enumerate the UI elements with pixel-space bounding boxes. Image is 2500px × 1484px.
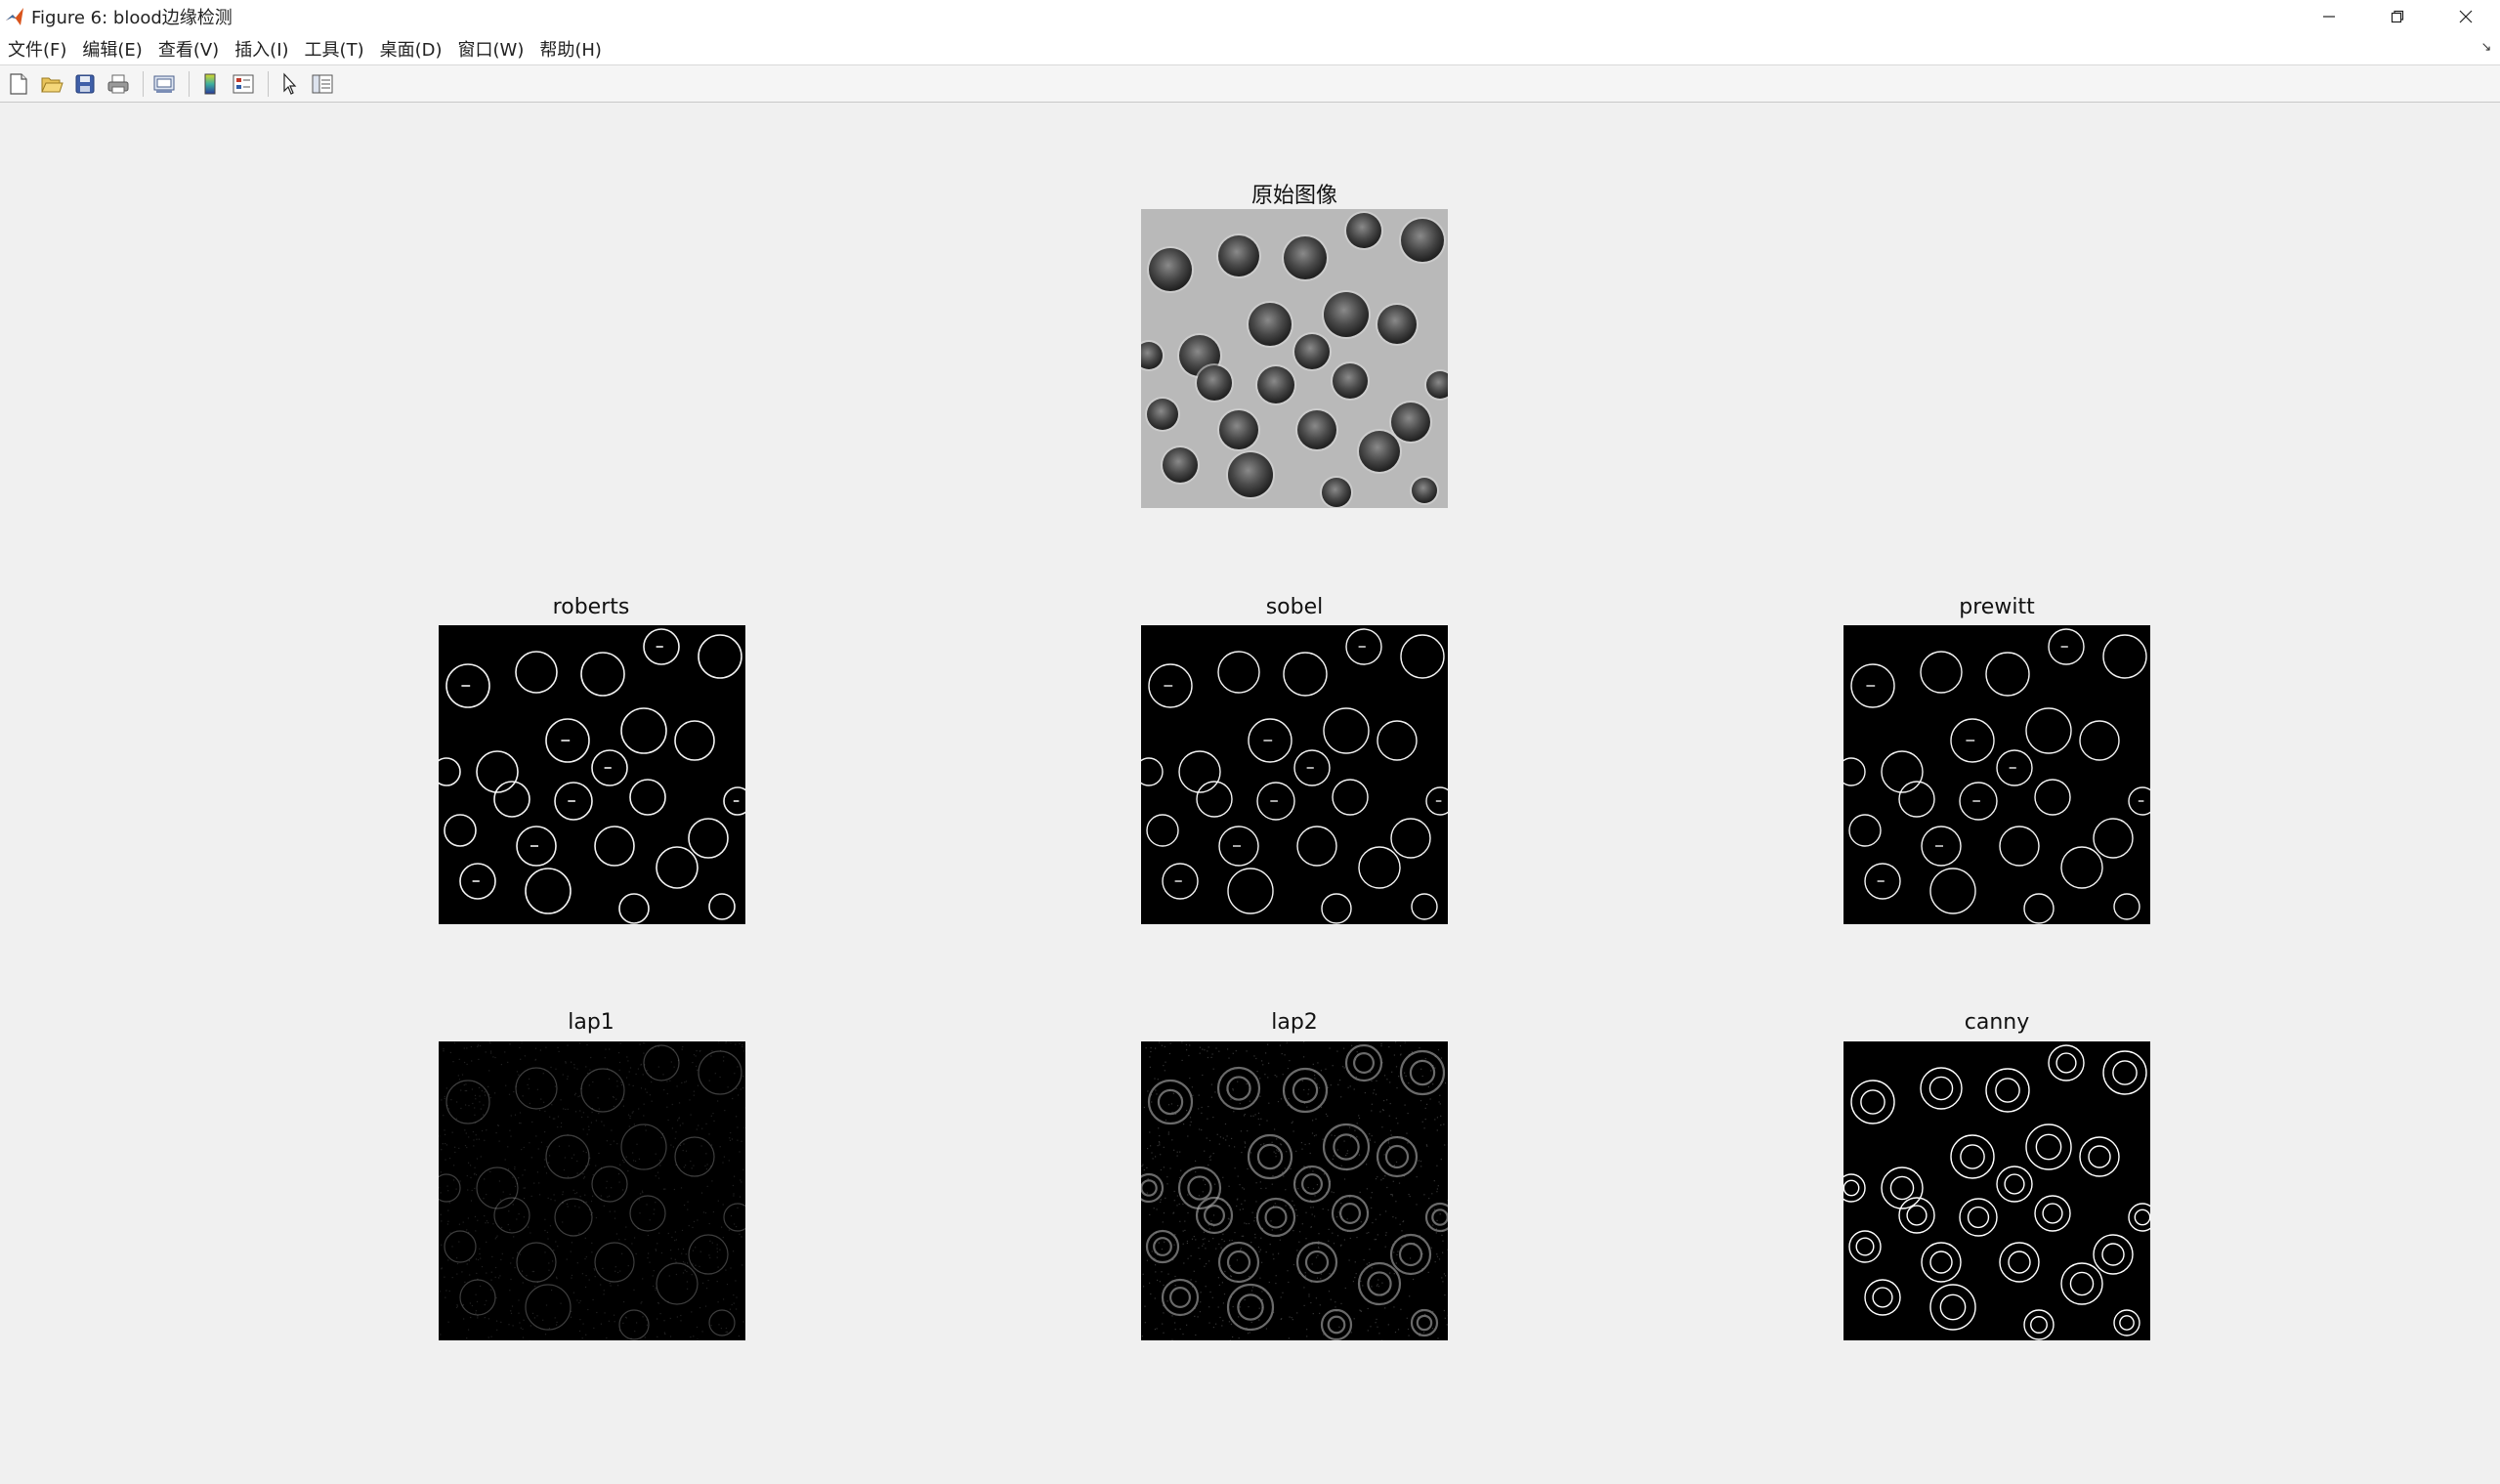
pointer-icon <box>283 71 297 95</box>
subplot-roberts-image[interactable] <box>439 625 745 924</box>
figure-canvas[interactable]: 原始图像 roberts sobel prewitt lap1 lap2 can… <box>0 104 2500 1484</box>
original-blood-image <box>1141 209 1448 508</box>
subplot-canny-image[interactable] <box>1843 1041 2150 1340</box>
property-inspector-icon <box>312 74 333 93</box>
menu-view[interactable]: 查看(V) <box>150 36 227 62</box>
print-icon <box>107 74 129 93</box>
subplot-sobel-image[interactable] <box>1141 625 1448 924</box>
prewitt-edge-image <box>1843 625 2150 924</box>
legend-icon <box>233 74 254 93</box>
roberts-edge-image <box>439 625 745 924</box>
menu-help[interactable]: 帮助(H) <box>531 36 610 62</box>
title-bar: Figure 6: blood边缘检测 <box>0 0 2500 32</box>
matlab-logo-icon <box>4 6 25 27</box>
menu-edit[interactable]: 编辑(E) <box>74 36 149 62</box>
new-figure-icon <box>10 72 27 95</box>
subplot-title-canny: canny <box>1964 1010 2030 1035</box>
toolbar-separator <box>268 70 269 97</box>
canny-edge-image <box>1843 1041 2150 1340</box>
close-icon <box>2459 10 2473 22</box>
menu-file[interactable]: 文件(F) <box>0 36 74 62</box>
pointer-button[interactable] <box>275 69 304 99</box>
minimize-icon <box>2323 15 2335 18</box>
sobel-edge-image <box>1141 625 1448 924</box>
dock-figure-icon[interactable]: ↘ <box>2479 40 2494 56</box>
restore-button[interactable] <box>2363 0 2432 32</box>
close-button[interactable] <box>2432 0 2500 32</box>
menu-desktop[interactable]: 桌面(D) <box>372 36 450 62</box>
colorbar-icon <box>204 73 216 94</box>
subplot-prewitt-image[interactable] <box>1843 625 2150 924</box>
subplot-title-sobel: sobel <box>1265 595 1324 619</box>
matlab-figure-window: Figure 6: blood边缘检测 文件(F) 编辑(E) 查看(V) 插入… <box>0 0 2500 1484</box>
subplot-title-lap2: lap2 <box>1271 1010 1318 1035</box>
new-figure-button[interactable] <box>4 69 33 99</box>
property-inspector-button[interactable] <box>308 69 337 99</box>
window-controls <box>2295 0 2500 32</box>
subplot-lap2-image[interactable] <box>1141 1041 1448 1340</box>
legend-button[interactable] <box>229 69 258 99</box>
lap1-edge-image <box>439 1041 745 1340</box>
toolbar-separator <box>143 70 144 97</box>
menu-window[interactable]: 窗口(W) <box>450 36 532 62</box>
subplot-title-original: 原始图像 <box>1250 184 1337 208</box>
restore-icon <box>2391 10 2404 22</box>
figure-toolbar <box>0 64 2500 103</box>
minimize-button[interactable] <box>2295 0 2363 32</box>
menu-bar: 文件(F) 编辑(E) 查看(V) 插入(I) 工具(T) 桌面(D) 窗口(W… <box>0 32 2500 64</box>
subplot-original-image[interactable] <box>1141 209 1448 508</box>
print-preview-button[interactable] <box>149 69 179 99</box>
open-file-icon <box>41 77 64 92</box>
print-preview-icon <box>153 75 175 93</box>
window-title: Figure 6: blood边缘检测 <box>31 7 233 28</box>
subplot-title-roberts: roberts <box>552 595 630 619</box>
colorbar-button[interactable] <box>195 69 225 99</box>
print-button[interactable] <box>104 69 133 99</box>
menu-tools[interactable]: 工具(T) <box>297 36 372 62</box>
save-button[interactable] <box>70 69 100 99</box>
toolbar-separator <box>189 70 190 97</box>
subplot-title-prewitt: prewitt <box>1959 595 2035 619</box>
save-icon <box>75 74 95 93</box>
subplot-title-lap1: lap1 <box>568 1010 614 1035</box>
subplot-lap1-image[interactable] <box>439 1041 745 1340</box>
open-file-button[interactable] <box>37 69 66 99</box>
menu-insert[interactable]: 插入(I) <box>227 36 296 62</box>
lap2-edge-image <box>1141 1041 1448 1340</box>
